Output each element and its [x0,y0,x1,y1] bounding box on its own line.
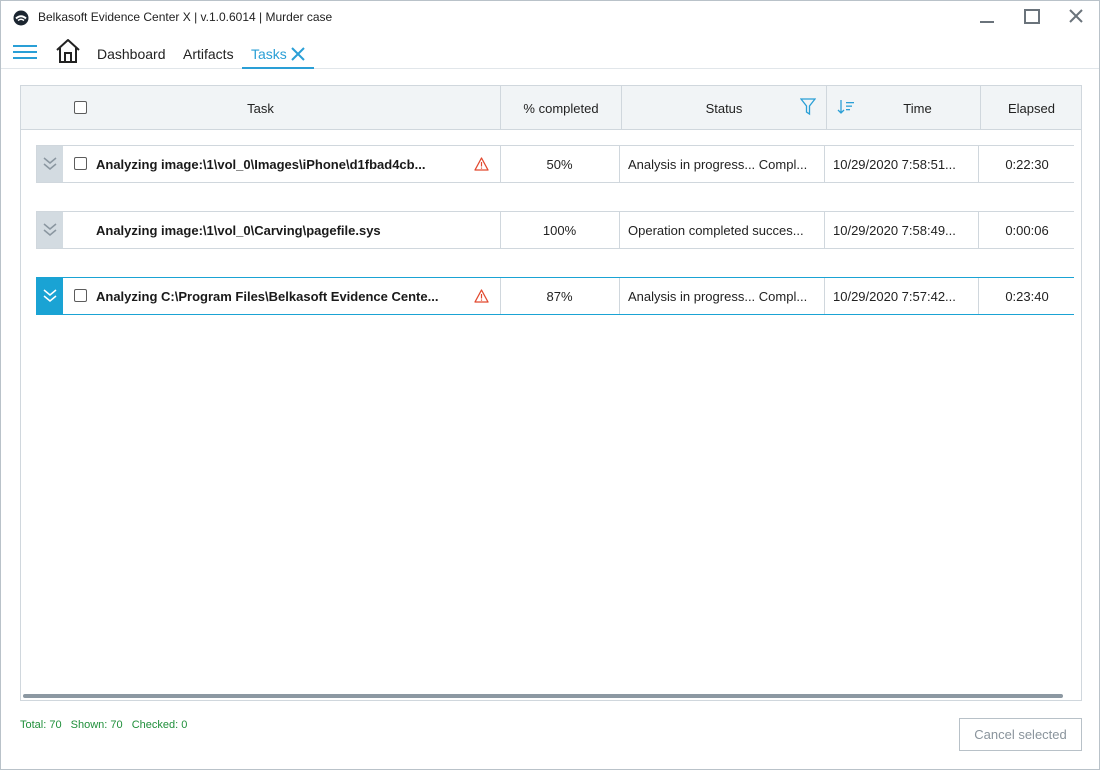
task-cell: Analyzing image:\1\vol_0\Carving\pagefil… [93,212,500,248]
checked-count: Checked: 0 [131,719,188,731]
expand-row-button[interactable] [37,212,63,248]
column-percent[interactable]: % completed [501,86,622,130]
tab-dashboard[interactable]: Dashboard [97,46,166,62]
elapsed-value: 0:00:06 [1005,223,1049,238]
task-row[interactable]: Analyzing image:\1\vol_0\Carving\pagefil… [36,211,1074,249]
time-value: 10/29/2020 7:58:49... [833,223,956,238]
elapsed-cell: 0:22:30 [979,146,1075,182]
row-checkbox[interactable] [74,289,87,302]
column-status[interactable]: Status [622,86,827,130]
percent-value: 50% [546,157,573,172]
horizontal-scrollbar[interactable] [23,694,1063,698]
percent-value: 100% [542,223,577,238]
total-count: Total: 70 [20,719,62,731]
double-chevron-down-icon [43,223,57,236]
time-cell: 10/29/2020 7:58:49... [825,212,979,248]
tab-tasks-label: Tasks [251,46,287,62]
task-name: Analyzing C:\Program Files\Belkasoft Evi… [96,289,439,304]
task-name: Analyzing image:\1\vol_0\Images\iPhone\d… [96,157,426,172]
close-tab-icon[interactable] [291,47,305,61]
filter-icon[interactable] [800,98,816,116]
status-cell: Operation completed succes... [620,212,825,248]
task-stats: Total: 70 Shown: 70 Checked: 0 [20,719,193,731]
status-value: Analysis in progress... Compl... [628,289,808,304]
time-cell: 10/29/2020 7:58:51... [825,146,979,182]
warning-icon[interactable] [474,157,489,171]
app-window: Belkasoft Evidence Center X | v.1.0.6014… [0,0,1100,770]
elapsed-value: 0:22:30 [1005,157,1049,172]
percent-value: 87% [546,289,573,304]
column-elapsed-label: Elapsed [1008,101,1055,116]
status-value: Analysis in progress... Compl... [628,157,808,172]
elapsed-value: 0:23:40 [1005,289,1049,304]
percent-cell: 87% [500,278,620,314]
home-icon[interactable] [54,38,82,64]
cancel-selected-button[interactable]: Cancel selected [959,718,1082,751]
grid-header: Task % completed Status Time Elapsed [21,86,1081,130]
column-time[interactable]: Time [827,86,981,130]
task-name: Analyzing image:\1\vol_0\Carving\pagefil… [96,223,381,238]
double-chevron-down-icon [43,289,57,302]
status-value: Operation completed succes... [628,223,804,238]
maximize-icon[interactable] [1020,6,1044,28]
title-bar: Belkasoft Evidence Center X | v.1.0.6014… [1,1,1099,35]
tab-tasks[interactable]: Tasks [242,35,314,69]
column-elapsed[interactable]: Elapsed [981,86,1082,130]
percent-cell: 100% [500,212,620,248]
time-value: 10/29/2020 7:57:42... [833,289,956,304]
percent-cell: 50% [500,146,620,182]
elapsed-cell: 0:23:40 [979,278,1075,314]
task-cell: Analyzing C:\Program Files\Belkasoft Evi… [93,278,500,314]
column-percent-label: % completed [523,101,599,116]
warning-icon[interactable] [474,289,489,303]
status-cell: Analysis in progress... Compl... [620,146,825,182]
column-task[interactable]: Task [21,86,501,130]
double-chevron-down-icon [43,157,57,170]
task-cell: Analyzing image:\1\vol_0\Images\iPhone\d… [93,146,500,182]
minimize-icon[interactable] [975,6,999,28]
task-row-selected[interactable]: Analyzing C:\Program Files\Belkasoft Evi… [36,277,1074,315]
status-cell: Analysis in progress... Compl... [620,278,825,314]
window-title: Belkasoft Evidence Center X | v.1.0.6014… [38,10,333,24]
expand-row-button[interactable] [37,278,63,314]
nav-bar: Dashboard Artifacts Tasks [1,35,1099,69]
column-status-label: Status [705,101,743,116]
tasks-grid: Task % completed Status Time Elapsed Ana… [20,85,1082,701]
expand-row-button[interactable] [37,146,63,182]
task-row[interactable]: Analyzing image:\1\vol_0\Images\iPhone\d… [36,145,1074,183]
row-checkbox[interactable] [74,157,87,170]
column-time-label: Time [903,101,932,116]
shown-count: Shown: 70 [70,719,123,731]
tab-artifacts[interactable]: Artifacts [183,46,234,62]
time-cell: 10/29/2020 7:57:42... [825,278,979,314]
elapsed-cell: 0:00:06 [979,212,1075,248]
column-task-label: Task [247,101,274,116]
time-value: 10/29/2020 7:58:51... [833,157,956,172]
close-window-icon[interactable] [1064,6,1088,28]
belkasoft-logo-icon [13,10,29,26]
menu-icon[interactable] [13,43,37,61]
